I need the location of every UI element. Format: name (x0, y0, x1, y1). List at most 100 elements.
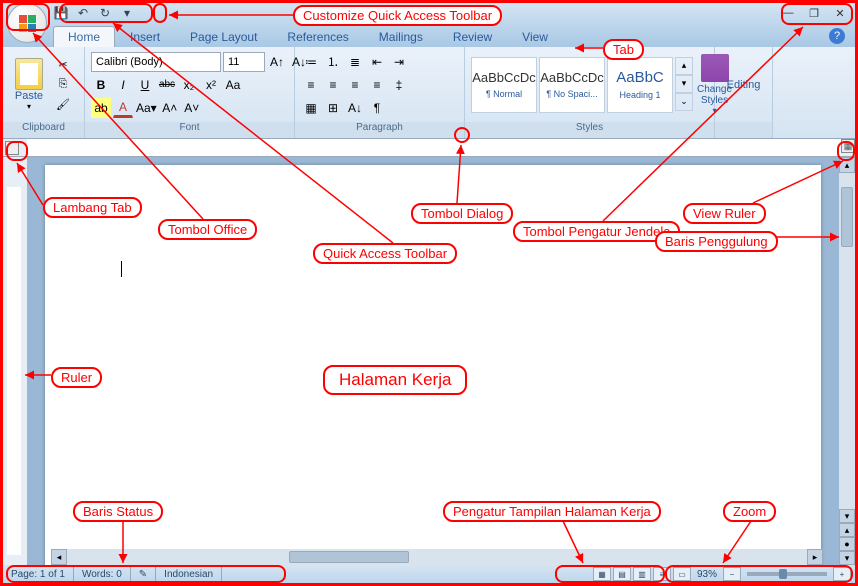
save-icon[interactable]: 💾 (53, 5, 69, 21)
styles-group: AaBbCcDc ¶ Normal AaBbCcDc ¶ No Spaci...… (465, 47, 715, 138)
align-left-icon[interactable]: ≡ (301, 75, 321, 95)
borders-icon[interactable]: ⊞ (323, 98, 343, 118)
ribbon: Paste ▾ ✂ ⎘ 🖌 Clipboard A↑ A↓ B (3, 47, 855, 139)
status-words[interactable]: Words: 0 (74, 565, 131, 583)
vertical-scrollbar[interactable]: ▴ ▾ ▴ ● ▾ (839, 157, 855, 565)
font-color-button[interactable]: A (113, 98, 133, 118)
customize-qat-icon[interactable]: ▾ (119, 5, 135, 21)
increase-indent-icon[interactable]: ⇥ (389, 52, 409, 72)
tab-selector[interactable] (5, 141, 19, 155)
tab-insert[interactable]: Insert (115, 26, 175, 47)
tab-page-layout[interactable]: Page Layout (175, 26, 272, 47)
callout-halaman-kerja: Halaman Kerja (323, 365, 467, 395)
italic-button[interactable]: I (113, 75, 133, 95)
minimize-button[interactable]: — (777, 5, 799, 21)
tab-mailings[interactable]: Mailings (364, 26, 438, 47)
strike-button[interactable]: abc (157, 75, 177, 95)
clipboard-group: Paste ▾ ✂ ⎘ 🖌 Clipboard (3, 47, 85, 138)
status-proof-icon[interactable]: ✎ (131, 565, 156, 583)
scroll-up-icon[interactable]: ▴ (839, 157, 855, 173)
tab-review[interactable]: Review (438, 26, 507, 47)
scroll-left-icon[interactable]: ◂ (51, 549, 67, 565)
status-bar: Page: 1 of 1 Words: 0 ✎ Indonesian ▦ ▤ ▥… (3, 565, 855, 583)
paste-label: Paste (15, 90, 43, 102)
decrease-indent-icon[interactable]: ⇤ (367, 52, 387, 72)
font-label: Font (85, 122, 294, 138)
restore-button[interactable]: ❐ (803, 5, 825, 21)
style-gallery-scroll[interactable]: ▴▾⌄ (675, 57, 693, 113)
help-icon[interactable]: ? (829, 28, 845, 44)
align-right-icon[interactable]: ≡ (345, 75, 365, 95)
outline-view-icon[interactable]: ≡ (653, 567, 671, 581)
callout-pengatur-tampilan: Pengatur Tampilan Halaman Kerja (443, 501, 661, 522)
redo-icon[interactable]: ↻ (97, 5, 113, 21)
office-button[interactable] (7, 3, 47, 43)
align-center-icon[interactable]: ≡ (323, 75, 343, 95)
change-case-button[interactable]: Aa (223, 75, 243, 95)
next-page-icon[interactable]: ▾ (839, 551, 855, 565)
horizontal-ruler[interactable]: ▦ (3, 139, 855, 157)
highlight-button[interactable]: ab (91, 98, 111, 118)
show-marks-icon[interactable]: ¶ (367, 98, 387, 118)
status-language[interactable]: Indonesian (156, 565, 222, 583)
style-preview: AaBbCcDc (472, 70, 536, 85)
line-spacing-icon[interactable]: ‡ (389, 75, 409, 95)
callout-tombol-office: Tombol Office (158, 219, 257, 240)
horizontal-scrollbar[interactable]: ◂ ▸ (51, 549, 823, 565)
zoom-level[interactable]: 93% (693, 569, 721, 580)
numbering-icon[interactable]: ⒈ (323, 52, 343, 72)
multilevel-icon[interactable]: ≣ (345, 52, 365, 72)
undo-icon[interactable]: ↶ (75, 5, 91, 21)
zoom-slider[interactable] (747, 572, 827, 576)
clear-format-button[interactable]: Aa▾ (135, 98, 158, 118)
paste-icon (15, 58, 43, 90)
print-layout-view-icon[interactable]: ▦ (593, 567, 611, 581)
tab-home[interactable]: Home (53, 26, 115, 47)
text-cursor (121, 261, 122, 277)
bold-button[interactable]: B (91, 75, 111, 95)
editing-button[interactable]: Editing (727, 79, 761, 91)
justify-icon[interactable]: ≡ (367, 75, 387, 95)
zoom-thumb[interactable] (779, 569, 787, 579)
vertical-ruler[interactable] (3, 157, 27, 565)
subscript-button[interactable]: x₂ (179, 75, 199, 95)
scroll-right-icon[interactable]: ▸ (807, 549, 823, 565)
zoom-in-icon[interactable]: + (833, 567, 851, 581)
view-ruler-button[interactable]: ▦ (841, 139, 855, 153)
vscroll-thumb[interactable] (841, 187, 853, 247)
tab-view[interactable]: View (507, 26, 563, 47)
style-normal[interactable]: AaBbCcDc ¶ Normal (471, 57, 537, 113)
close-button[interactable]: ✕ (829, 5, 851, 21)
draft-view-icon[interactable]: ▭ (673, 567, 691, 581)
ribbon-tabs: Home Insert Page Layout References Maili… (3, 25, 855, 47)
scroll-down-icon[interactable]: ▾ (839, 509, 855, 523)
shrink-a-icon[interactable]: A˅ (182, 98, 202, 118)
copy-icon[interactable]: ⎘ (53, 76, 73, 94)
bullets-icon[interactable]: ≔ (301, 52, 321, 72)
cut-icon[interactable]: ✂ (53, 56, 73, 74)
prev-page-icon[interactable]: ▴ (839, 523, 855, 537)
paste-button[interactable]: Paste ▾ (9, 58, 49, 111)
hscroll-thumb[interactable] (289, 551, 409, 563)
font-name-input[interactable] (91, 52, 221, 72)
shading-icon[interactable]: ▦ (301, 98, 321, 118)
underline-button[interactable]: U (135, 75, 155, 95)
superscript-button[interactable]: x² (201, 75, 221, 95)
sort-icon[interactable]: A↓ (345, 98, 365, 118)
browse-object-icon[interactable]: ● (839, 537, 855, 551)
callout-baris-penggulung: Baris Penggulung (655, 231, 778, 252)
tab-references[interactable]: References (272, 26, 363, 47)
web-layout-view-icon[interactable]: ▥ (633, 567, 651, 581)
callout-baris-status: Baris Status (73, 501, 163, 522)
zoom-out-icon[interactable]: − (723, 567, 741, 581)
format-painter-icon[interactable]: 🖌 (53, 96, 73, 114)
style-preview: AaBbCcDc (540, 70, 604, 85)
style-nospacing[interactable]: AaBbCcDc ¶ No Spaci... (539, 57, 605, 113)
grow-font-icon[interactable]: A↑ (267, 52, 287, 72)
callout-ruler: Ruler (51, 367, 102, 388)
grow-a-icon[interactable]: A˄ (160, 98, 180, 118)
status-page[interactable]: Page: 1 of 1 (3, 565, 74, 583)
style-heading1[interactable]: AaBbC Heading 1 (607, 57, 673, 113)
fullscreen-view-icon[interactable]: ▤ (613, 567, 631, 581)
font-size-input[interactable] (223, 52, 265, 72)
